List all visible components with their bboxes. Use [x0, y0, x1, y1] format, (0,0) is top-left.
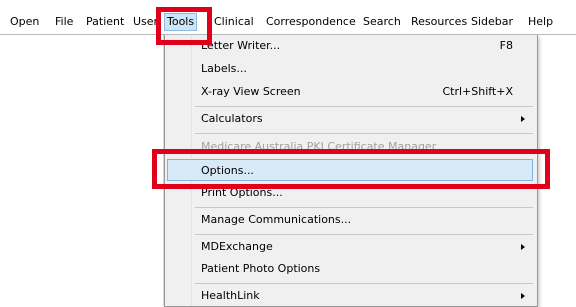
menu-item-calculators[interactable]: Calculators [167, 108, 533, 130]
menu-bar: Open File Patient User Tools Clinical Co… [0, 0, 576, 35]
menu-file[interactable]: File [55, 14, 73, 30]
menu-separator [195, 106, 533, 107]
menu-item-label: Calculators [201, 112, 263, 125]
menu-search[interactable]: Search [363, 14, 401, 30]
menu-help[interactable]: Help [528, 14, 553, 30]
menu-item-label: Medicare Australia PKI Certificate Manag… [201, 140, 437, 153]
menu-item-label: Print Options... [201, 186, 283, 199]
menu-item-letter-writer[interactable]: Letter Writer... F8 [167, 35, 533, 57]
menu-item-xray-view-screen[interactable]: X-ray View Screen Ctrl+Shift+X [167, 81, 533, 103]
menu-item-shortcut: Ctrl+Shift+X [442, 85, 513, 98]
menu-item-shortcut: F8 [499, 39, 513, 52]
submenu-arrow-icon [521, 293, 525, 299]
menu-item-label: MDExchange [201, 240, 273, 253]
menu-item-label: Manage Communications... [201, 213, 352, 226]
submenu-arrow-icon [521, 244, 525, 250]
menu-item-label: Patient Photo Options [201, 262, 321, 275]
menu-item-label: Options... [201, 164, 254, 177]
menu-item-print-options[interactable]: Print Options... [167, 182, 533, 204]
menu-open[interactable]: Open [10, 14, 39, 30]
menu-clinical[interactable]: Clinical [214, 14, 254, 30]
menu-item-label: Letter Writer... [201, 39, 281, 52]
menu-item-options[interactable]: Options... [167, 159, 533, 181]
submenu-arrow-icon [521, 116, 525, 122]
menu-item-mdexchange[interactable]: MDExchange [167, 236, 533, 258]
menu-item-label: X-ray View Screen [201, 85, 301, 98]
menu-item-medicare-pki-certificate-manager: Medicare Australia PKI Certificate Manag… [167, 136, 533, 158]
menu-resources[interactable]: Resources [411, 14, 467, 30]
menu-item-label: HealthLink [201, 289, 260, 302]
menu-item-labels[interactable]: Labels... [167, 58, 533, 80]
main-panel [0, 35, 164, 306]
menu-patient[interactable]: Patient [86, 14, 124, 30]
menu-separator [195, 207, 533, 208]
menu-correspondence[interactable]: Correspondence [266, 14, 356, 30]
menu-item-healthlink[interactable]: HealthLink [167, 285, 533, 306]
menu-separator [195, 283, 533, 284]
menu-item-manage-communications[interactable]: Manage Communications... [167, 209, 533, 231]
menu-separator [195, 133, 533, 134]
menu-user[interactable]: User [133, 14, 158, 30]
menu-item-label: Labels... [201, 62, 247, 75]
menu-sidebar[interactable]: Sidebar [471, 14, 513, 30]
menu-tools[interactable]: Tools [164, 13, 198, 31]
tools-dropdown-menu: Letter Writer... F8 Labels... X-ray View… [164, 35, 538, 307]
menu-item-patient-photo-options[interactable]: Patient Photo Options [167, 258, 533, 280]
menu-separator [195, 234, 533, 235]
